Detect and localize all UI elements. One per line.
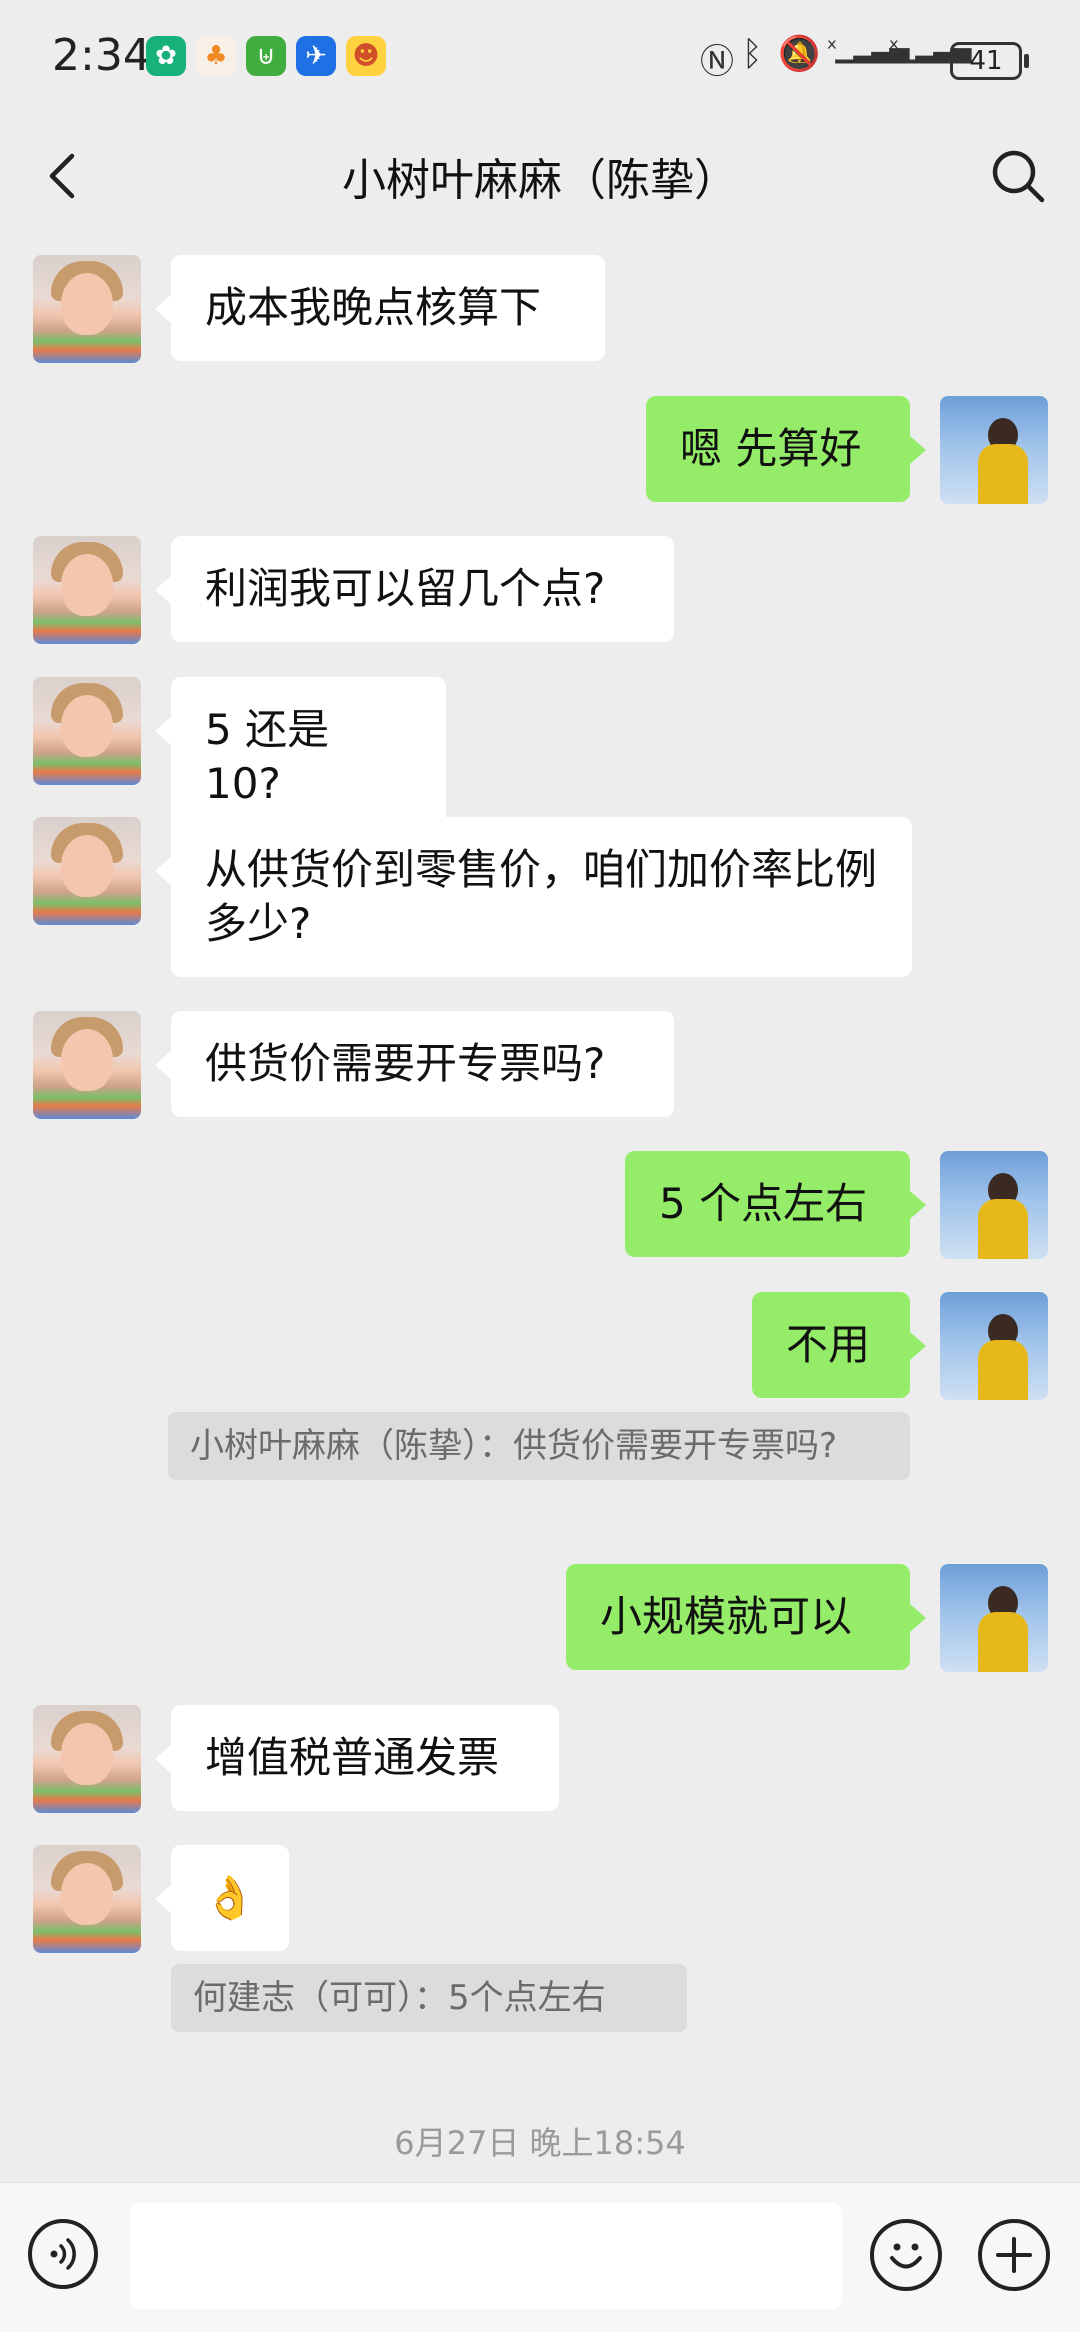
contact-avatar[interactable] xyxy=(33,1011,141,1119)
contact-avatar[interactable] xyxy=(33,1705,141,1813)
app-green2-icon: ⊎ xyxy=(246,36,286,76)
message-bubble-right[interactable]: 5 个点左右 xyxy=(625,1151,926,1257)
app-green-icon: ✿ xyxy=(146,36,186,76)
message-bubble-left[interactable]: 利润我可以留几个点? xyxy=(155,536,674,642)
bell-muted-icon: 🔕 xyxy=(778,34,821,74)
app-duck-icon: ☻ xyxy=(346,36,386,76)
my-avatar[interactable] xyxy=(940,1151,1048,1259)
message-bubble-left[interactable]: 增值税普通发票 xyxy=(155,1705,559,1811)
chat-header: 小树叶麻麻（陈挚） xyxy=(0,124,1080,228)
message-bubble-right[interactable]: 不用 xyxy=(752,1292,926,1398)
nfc-icon: Ⓝ xyxy=(700,42,734,82)
my-avatar[interactable] xyxy=(940,396,1048,504)
message-bubble-left[interactable]: 供货价需要开专票吗? xyxy=(155,1011,674,1117)
status-time: 2:34 xyxy=(52,30,151,81)
message-bubble-right[interactable]: 嗯 先算好 xyxy=(646,396,926,502)
app-blue-plane-icon: ✈ xyxy=(296,36,336,76)
contact-avatar[interactable] xyxy=(33,1845,141,1953)
message-timestamp: 6月27日 晚上18:54 xyxy=(394,2124,686,2162)
app-orange-icon: ♣ xyxy=(196,36,236,76)
chat-title: 小树叶麻麻（陈挚） xyxy=(342,155,738,206)
plus-icon xyxy=(996,2237,1032,2273)
bluetooth-icon: ᛒ xyxy=(742,34,763,74)
quoted-message[interactable]: 何建志（可可）：5个点左右 xyxy=(171,1964,687,2032)
message-bubble-left[interactable]: 从供货价到零售价，咱们加价率比例多少? xyxy=(155,817,912,977)
more-button[interactable] xyxy=(978,2219,1050,2291)
my-avatar[interactable] xyxy=(940,1292,1048,1400)
message-bubble-right[interactable]: 小规模就可以 xyxy=(566,1564,926,1670)
search-icon[interactable] xyxy=(990,148,1046,204)
contact-avatar[interactable] xyxy=(33,255,141,363)
smiley-icon xyxy=(890,2243,922,2269)
message-bubble-left[interactable]: 5 还是 10? xyxy=(155,677,446,837)
status-bar: 2:34 ✿ ♣ ⊎ ✈ ☻ Ⓝ ᛒ 🔕 ˣ▁▂▃▄ ˣ▁▂▃▄ 41 xyxy=(0,0,1080,124)
message-input[interactable] xyxy=(130,2203,842,2309)
voice-icon xyxy=(50,2238,76,2270)
contact-avatar[interactable] xyxy=(33,536,141,644)
quoted-message[interactable]: 小树叶麻麻（陈挚）：供货价需要开专票吗? xyxy=(168,1412,910,1480)
contact-avatar[interactable] xyxy=(33,677,141,785)
voice-input-button[interactable] xyxy=(28,2219,98,2289)
emoji-button[interactable] xyxy=(870,2219,942,2291)
emoji-message[interactable]: 👌 xyxy=(155,1845,289,1951)
contact-avatar[interactable] xyxy=(33,817,141,925)
input-bar xyxy=(0,2182,1080,2332)
message-bubble-left[interactable]: 成本我晚点核算下 xyxy=(155,255,605,361)
my-avatar[interactable] xyxy=(940,1564,1048,1672)
battery-indicator: 41 xyxy=(950,42,1029,80)
